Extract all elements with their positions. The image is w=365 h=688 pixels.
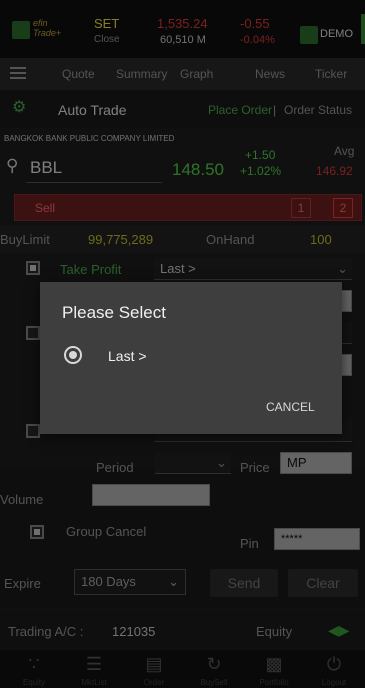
app-screen: efin Trade+ SET Close 1,535.24 60,510 M … [0, 0, 365, 688]
dialog-title: Please Select [62, 303, 166, 322]
dialog-cancel-button[interactable]: CANCEL [266, 400, 315, 414]
radio-selected-icon[interactable] [64, 346, 82, 364]
select-dialog: Please Select Last > CANCEL [40, 282, 342, 434]
dialog-option-last[interactable]: Last > [108, 348, 147, 364]
